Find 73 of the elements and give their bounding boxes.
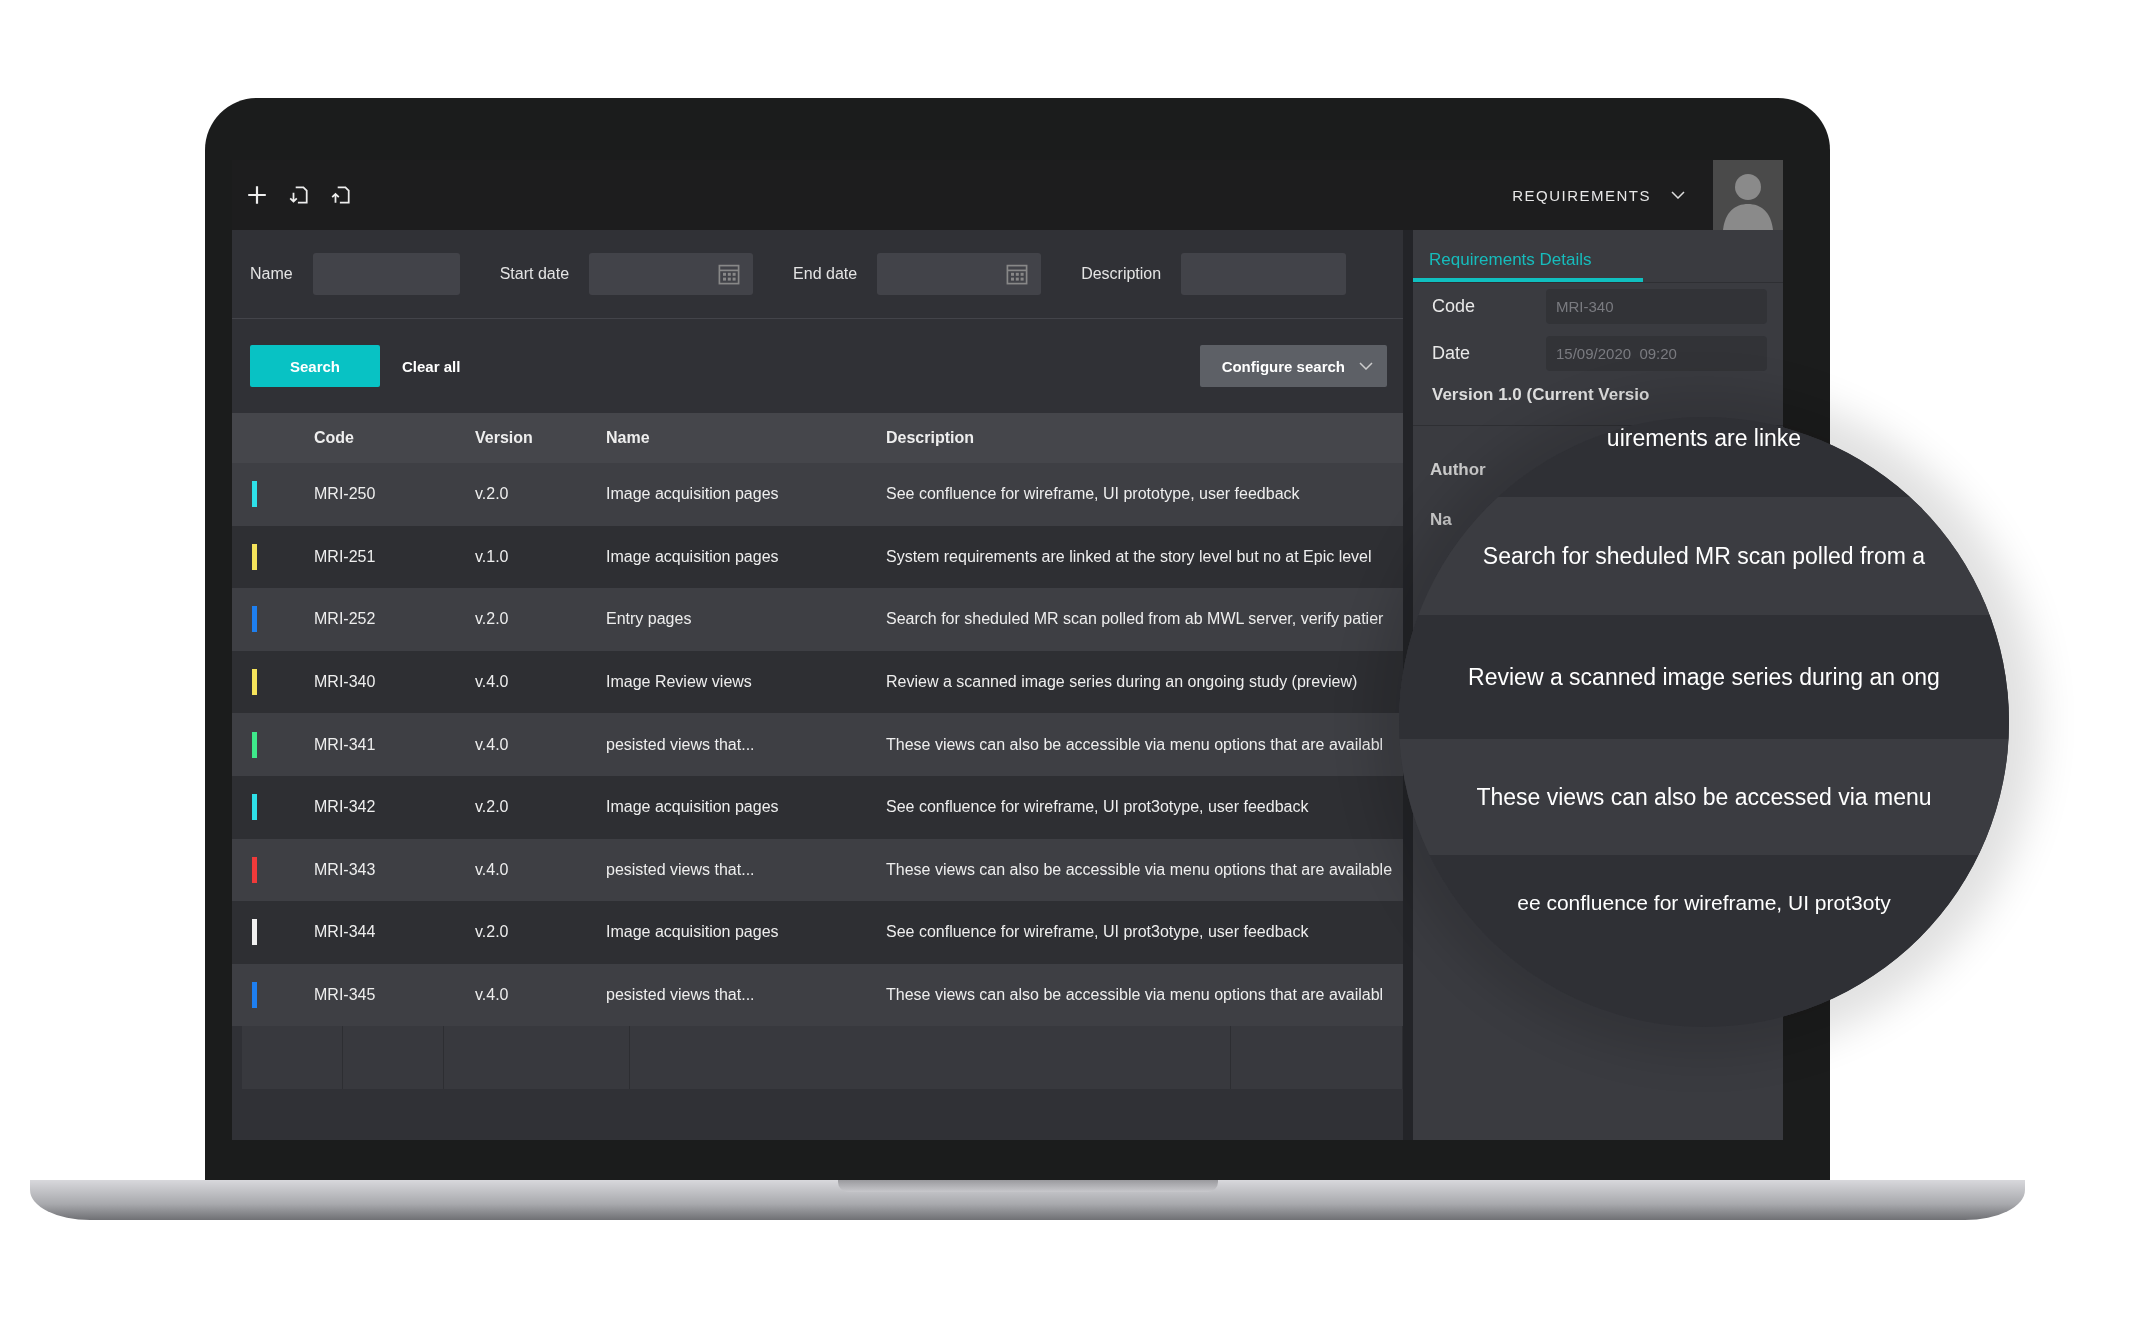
filter-field[interactable] [589, 253, 754, 295]
table-cell-text: MRI-344 [314, 923, 377, 942]
column-header: Version [475, 429, 534, 447]
table-cell: See confluence for wireframe, UI prot3otype, user feedback [886, 798, 1309, 817]
field-label: Date [1432, 343, 1472, 364]
table-cell-text: MRI-252 [314, 610, 377, 629]
field-label: Code [1432, 296, 1477, 317]
filter-label: Start date [499, 265, 570, 283]
table-cell-text: pesisted views that... [606, 860, 756, 879]
caret-icon [1359, 362, 1373, 370]
name-label: Na [1430, 510, 1452, 530]
table-cell-text: v.4.0 [475, 673, 510, 692]
calendar-icon[interactable] [717, 262, 742, 286]
table-cell-text: Image acquisition pages [606, 547, 780, 566]
table-cell-text: pesisted views that... [606, 735, 756, 754]
table-cell-text: v.4.0 [475, 735, 510, 754]
table-cell: See confluence for wireframe, UI prot3otype, user feedback [886, 923, 1309, 942]
table-cell-text: v.4.0 [475, 986, 510, 1005]
table-cell-text: MRI-340 [314, 673, 377, 692]
table-row[interactable]: MRI-252 v.2.0 Entry pages Search for sheduled MR scan polled from ab MWL server, verify patier [232, 588, 1403, 651]
author-label: Author [1430, 460, 1486, 480]
table-cell-text: v.1.0 [475, 547, 510, 566]
magnified-text: uirements are linke [1606, 425, 1802, 452]
table-cell-text: v.2.0 [475, 798, 510, 817]
table-row[interactable]: MRI-345 v.4.0 pesisted views that... These views can also be accessible via menu options that are availabl [232, 963, 1403, 1027]
table-cell: These views can also be accessible via menu options that are available [886, 860, 1393, 879]
column-header: Name [606, 429, 651, 447]
details-tab[interactable]: Requirements Details [1413, 250, 1643, 282]
column-header: Code [314, 429, 355, 447]
column-header: Description [886, 429, 974, 447]
table-cell-text: Image Review views [606, 673, 753, 692]
table-cell-text: v.2.0 [475, 610, 510, 629]
configure-search-button[interactable]: Configure search [1199, 345, 1387, 387]
plus-icon[interactable] [246, 184, 268, 206]
file-export-icon[interactable] [330, 184, 352, 206]
table-cell: These views can also be accessible via menu options that are availabl [886, 986, 1384, 1005]
avatar[interactable] [1713, 160, 1783, 230]
filter-field[interactable] [877, 253, 1042, 295]
table-cell-text: v.4.0 [475, 860, 510, 879]
table-cell: These views can also be accessible via menu options that are availabl [886, 735, 1384, 754]
table-cell: Search for sheduled MR scan polled from ab MWL server, verify patier [886, 610, 1384, 629]
table-row[interactable]: MRI-343 v.4.0 pesisted views that... These views can also be accessible via menu options that are available [232, 838, 1403, 902]
version-heading: Version 1.0 (Current Versio [1431, 384, 1651, 405]
table-cell-text: MRI-342 [314, 798, 377, 817]
magnified-text: Search for sheduled MR scan polled from a [1482, 542, 1926, 570]
section-menu[interactable]: REQUIREMENTS [1512, 186, 1651, 204]
magnified-text: Review a scanned image series during an ong [1468, 663, 1940, 691]
magnified-text: These views can also be accessed via menu [1476, 783, 1932, 811]
table-cell-text: MRI-341 [314, 735, 377, 754]
table-cell: See confluence for wireframe, UI prototype, user feedback [886, 485, 1300, 504]
magnified-text: ee confluence for wireframe, UI prot3oty [1517, 891, 1891, 915]
caret-icon[interactable] [1671, 191, 1685, 199]
table-cell-text: MRI-250 [314, 485, 377, 504]
filter-label: Description [1081, 265, 1162, 283]
file-import-icon[interactable] [288, 184, 310, 206]
filter-label: Name [250, 265, 293, 283]
table-cell-text: MRI-345 [314, 986, 377, 1005]
table-cell-text: MRI-251 [314, 547, 377, 566]
filter-label: End date [793, 265, 858, 283]
clear-all-button[interactable]: Clear all [396, 356, 467, 376]
table-cell-text: MRI-343 [314, 860, 377, 879]
table-cell-text: v.2.0 [475, 923, 510, 942]
table-cell-text: Image acquisition pages [606, 923, 780, 942]
table-cell: Review a scanned image series during an ongoing study (preview) [886, 673, 1358, 692]
table-cell: System requirements are linked at the story level but no at Epic level [886, 547, 1372, 566]
table-cell-text: pesisted views that... [606, 986, 756, 1005]
table-row[interactable]: MRI-250 v.2.0 Image acquisition pages See confluence for wireframe, UI prototype, user feedback [232, 463, 1403, 526]
table-cell-text: Entry pages [606, 610, 693, 629]
table-cell-text: Image acquisition pages [606, 798, 780, 817]
table-row[interactable]: MRI-341 v.4.0 pesisted views that... These views can also be accessible via menu options that are availabl [232, 713, 1403, 776]
calendar-icon[interactable] [1005, 262, 1030, 286]
table-cell-text: Image acquisition pages [606, 485, 780, 504]
table-cell-text: v.2.0 [475, 485, 510, 504]
